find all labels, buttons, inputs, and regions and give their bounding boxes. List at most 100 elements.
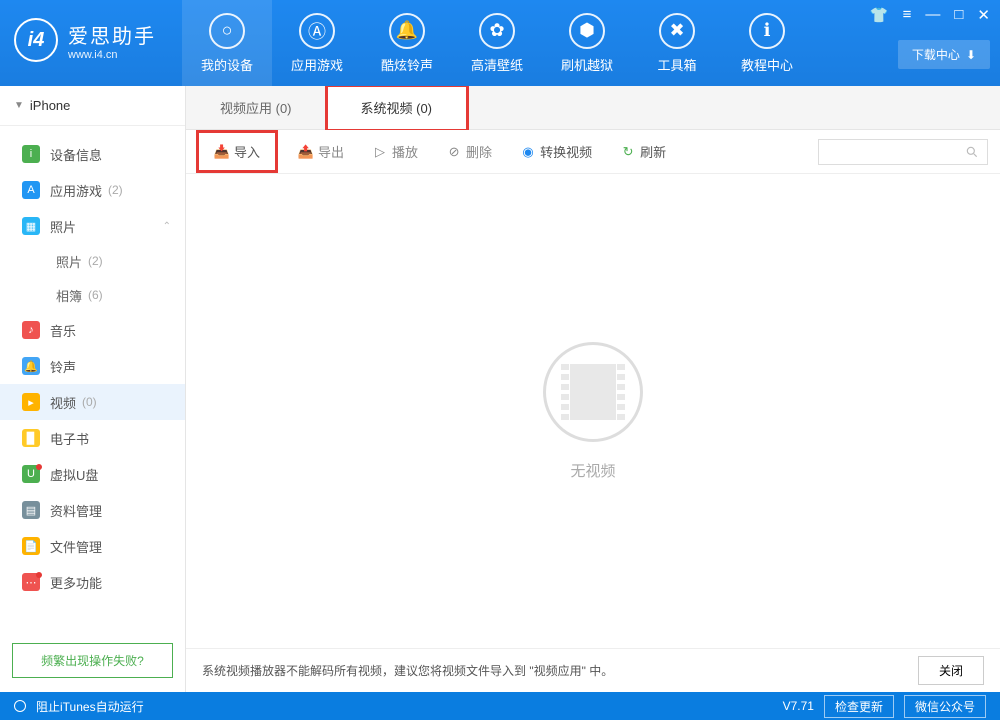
- info-icon: ℹ: [749, 13, 785, 49]
- top-nav-label: 我的设备: [201, 55, 253, 74]
- sidebar-item[interactable]: U虚拟U盘: [0, 456, 185, 492]
- box-icon: ⬢: [569, 13, 605, 49]
- sidebar-item[interactable]: A应用游戏(2): [0, 172, 185, 208]
- minimize-icon[interactable]: —: [925, 6, 940, 24]
- top-nav-info[interactable]: ℹ 教程中心: [722, 0, 812, 86]
- sidebar-icon: 📄: [22, 537, 40, 555]
- tab[interactable]: 系统视频 (0): [327, 86, 468, 130]
- tab[interactable]: 视频应用 (0): [186, 86, 327, 129]
- delete-icon: ⊘: [446, 144, 462, 160]
- sidebar-label: 音乐: [50, 321, 76, 340]
- sidebar-subitem[interactable]: 照片 (2): [0, 244, 185, 278]
- sidebar-label: 虚拟U盘: [50, 465, 98, 484]
- sidebar-label: 设备信息: [50, 145, 102, 164]
- app-icon: Ⓐ: [299, 13, 335, 49]
- play-icon: ▷: [372, 144, 388, 160]
- top-nav-label: 高清壁纸: [471, 55, 523, 74]
- sidebar-item[interactable]: ♪ 音乐: [0, 312, 185, 348]
- sidebar-list: i设备信息A应用游戏(2)▦照片⌃照片(2)相簿(6)♪音乐🔔铃声▸视频(0)▉…: [0, 126, 185, 633]
- bell-icon: 🔔: [389, 13, 425, 49]
- import-label: 导入: [234, 142, 260, 161]
- help-link[interactable]: 频繁出现操作失败?: [12, 643, 173, 678]
- sidebar-count: (2): [88, 254, 103, 268]
- statusbar: 阻止iTunes自动运行 V7.71 检查更新 微信公众号: [0, 692, 1000, 720]
- sidebar-label: 电子书: [50, 429, 89, 448]
- sidebar-icon: ▉: [22, 429, 40, 447]
- top-nav-tools[interactable]: ✖工具箱: [632, 0, 722, 86]
- top-nav-box[interactable]: ⬢ 刷机越狱: [542, 0, 632, 86]
- menu-icon[interactable]: ≡: [903, 6, 912, 24]
- top-nav: ○我的设备Ⓐ应用游戏 🔔 酷炫铃声 ✿ 高清壁纸 ⬢ 刷机越狱 ✖工具箱 ℹ 教程中心: [182, 0, 812, 86]
- top-nav-label: 酷炫铃声: [381, 55, 433, 74]
- top-nav-label: 工具箱: [657, 55, 696, 74]
- sidebar-sublabel: 相簿: [56, 286, 82, 305]
- top-nav-app[interactable]: Ⓐ应用游戏: [272, 0, 362, 86]
- sidebar-label: 文件管理: [50, 537, 102, 556]
- top-nav-label: 刷机越狱: [561, 55, 613, 74]
- top-nav-apple[interactable]: ○我的设备: [182, 0, 272, 86]
- sidebar-sublabel: 照片: [56, 252, 82, 271]
- wechat-button[interactable]: 微信公众号: [904, 695, 986, 718]
- refresh-label: 刷新: [640, 142, 666, 161]
- refresh-button[interactable]: ↻ 刷新: [614, 138, 672, 165]
- sidebar-count: (6): [88, 288, 103, 302]
- sidebar-icon: ▸: [22, 393, 40, 411]
- sidebar-count: (0): [82, 395, 97, 409]
- play-button[interactable]: ▷ 播放: [366, 138, 424, 165]
- sidebar-icon: A: [22, 181, 40, 199]
- chevron-icon: ⌃: [163, 221, 171, 232]
- maximize-icon[interactable]: □: [954, 6, 963, 24]
- sidebar-label: 照片: [50, 217, 76, 236]
- import-button[interactable]: 📥 导入: [198, 132, 276, 171]
- app-title-en: www.i4.cn: [68, 49, 156, 61]
- top-nav-bell[interactable]: 🔔 酷炫铃声: [362, 0, 452, 86]
- tshirt-icon[interactable]: 👕: [870, 6, 889, 24]
- check-update-button[interactable]: 检查更新: [824, 695, 894, 718]
- sidebar-item[interactable]: ▦ 照片 ⌃: [0, 208, 185, 244]
- sidebar-item[interactable]: ▤资料管理: [0, 492, 185, 528]
- convert-video-button[interactable]: ◉ 转换视频: [514, 138, 598, 165]
- export-button[interactable]: 📤 导出: [292, 138, 350, 165]
- app-logo: i4 爱思助手 www.i4.cn: [0, 0, 170, 62]
- sidebar-icon: ▦: [22, 217, 40, 235]
- itunes-block-label[interactable]: 阻止iTunes自动运行: [36, 698, 144, 715]
- app-title-cn: 爱思助手: [68, 20, 156, 49]
- version-label: V7.71: [783, 699, 814, 713]
- sidebar-icon: ▤: [22, 501, 40, 519]
- status-indicator-icon: [14, 700, 26, 712]
- delete-label: 删除: [466, 142, 492, 161]
- close-icon[interactable]: ✕: [977, 6, 990, 24]
- empty-video-icon: [543, 342, 643, 442]
- flower-icon: ✿: [479, 13, 515, 49]
- sidebar-item[interactable]: ⋯更多功能: [0, 564, 185, 600]
- delete-button[interactable]: ⊘ 删除: [440, 138, 498, 165]
- info-close-button[interactable]: 关闭: [918, 656, 984, 685]
- convert-icon: ◉: [520, 144, 536, 160]
- sidebar-item[interactable]: ▉ 电子书: [0, 420, 185, 456]
- sidebar-item[interactable]: 📄 文件管理: [0, 528, 185, 564]
- chevron-down-icon: ▼: [14, 100, 24, 111]
- sidebar: ▼ iPhone i设备信息A应用游戏(2)▦照片⌃照片(2)相簿(6)♪音乐🔔…: [0, 86, 186, 692]
- top-nav-flower[interactable]: ✿ 高清壁纸: [452, 0, 542, 86]
- sidebar-icon: ♪: [22, 321, 40, 339]
- sidebar-item[interactable]: i设备信息: [0, 136, 185, 172]
- sidebar-item[interactable]: 🔔铃声: [0, 348, 185, 384]
- red-dot-icon: [36, 464, 42, 470]
- top-nav-label: 教程中心: [741, 55, 793, 74]
- download-center-label: 下载中心: [912, 46, 960, 63]
- window-controls: 👕 ≡ — □ ✕: [870, 6, 990, 24]
- sidebar-label: 铃声: [50, 357, 76, 376]
- content-area: 无视频: [186, 174, 1000, 648]
- refresh-icon: ↻: [620, 144, 636, 160]
- play-label: 播放: [392, 142, 418, 161]
- sidebar-item[interactable]: ▸ 视频 (0): [0, 384, 185, 420]
- info-message: 系统视频播放器不能解码所有视频，建议您将视频文件导入到 "视频应用" 中。: [202, 662, 613, 679]
- sidebar-label: 视频: [50, 393, 76, 412]
- sidebar-subitem[interactable]: 相簿 (6): [0, 278, 185, 312]
- device-selector[interactable]: ▼ iPhone: [0, 86, 185, 126]
- tabs: 视频应用 (0)系统视频 (0): [186, 86, 1000, 130]
- search-input[interactable]: [818, 139, 988, 165]
- search-icon: [965, 145, 979, 159]
- sidebar-label: 应用游戏: [50, 181, 102, 200]
- download-center-button[interactable]: 下载中心 ⬇: [898, 40, 990, 69]
